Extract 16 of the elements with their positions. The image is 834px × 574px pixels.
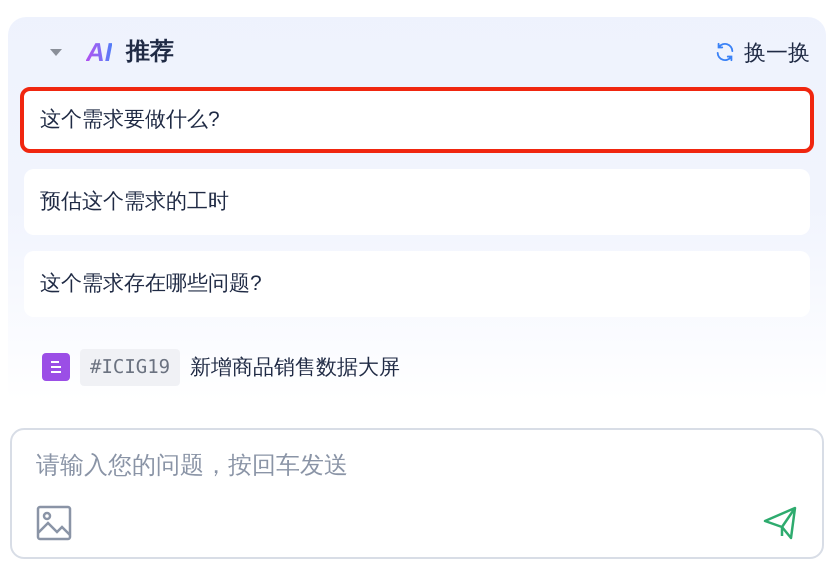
send-icon [762, 504, 798, 540]
issue-title: 新增商品销售数据大屏 [190, 354, 400, 380]
refresh-button[interactable]: 换一换 [714, 36, 810, 68]
suggestion-item[interactable]: 预估这个需求的工时 [24, 169, 810, 235]
document-icon [42, 353, 70, 382]
send-button[interactable] [762, 504, 798, 540]
image-icon [36, 504, 72, 540]
caret-icon [49, 48, 63, 56]
issue-tag: #ICIG19 [80, 349, 180, 386]
suggestion-item[interactable]: 这个需求存在哪些问题? [24, 251, 810, 317]
refresh-icon [714, 41, 736, 63]
message-input[interactable]: 请输入您的问题，按回车发送 [10, 428, 824, 558]
suggestion-item[interactable]: 这个需求要做什么? [20, 87, 814, 153]
section-title: 推荐 [126, 37, 174, 67]
question-field[interactable]: 请输入您的问题，按回车发送 [36, 448, 798, 484]
image-upload-button[interactable] [36, 504, 72, 540]
